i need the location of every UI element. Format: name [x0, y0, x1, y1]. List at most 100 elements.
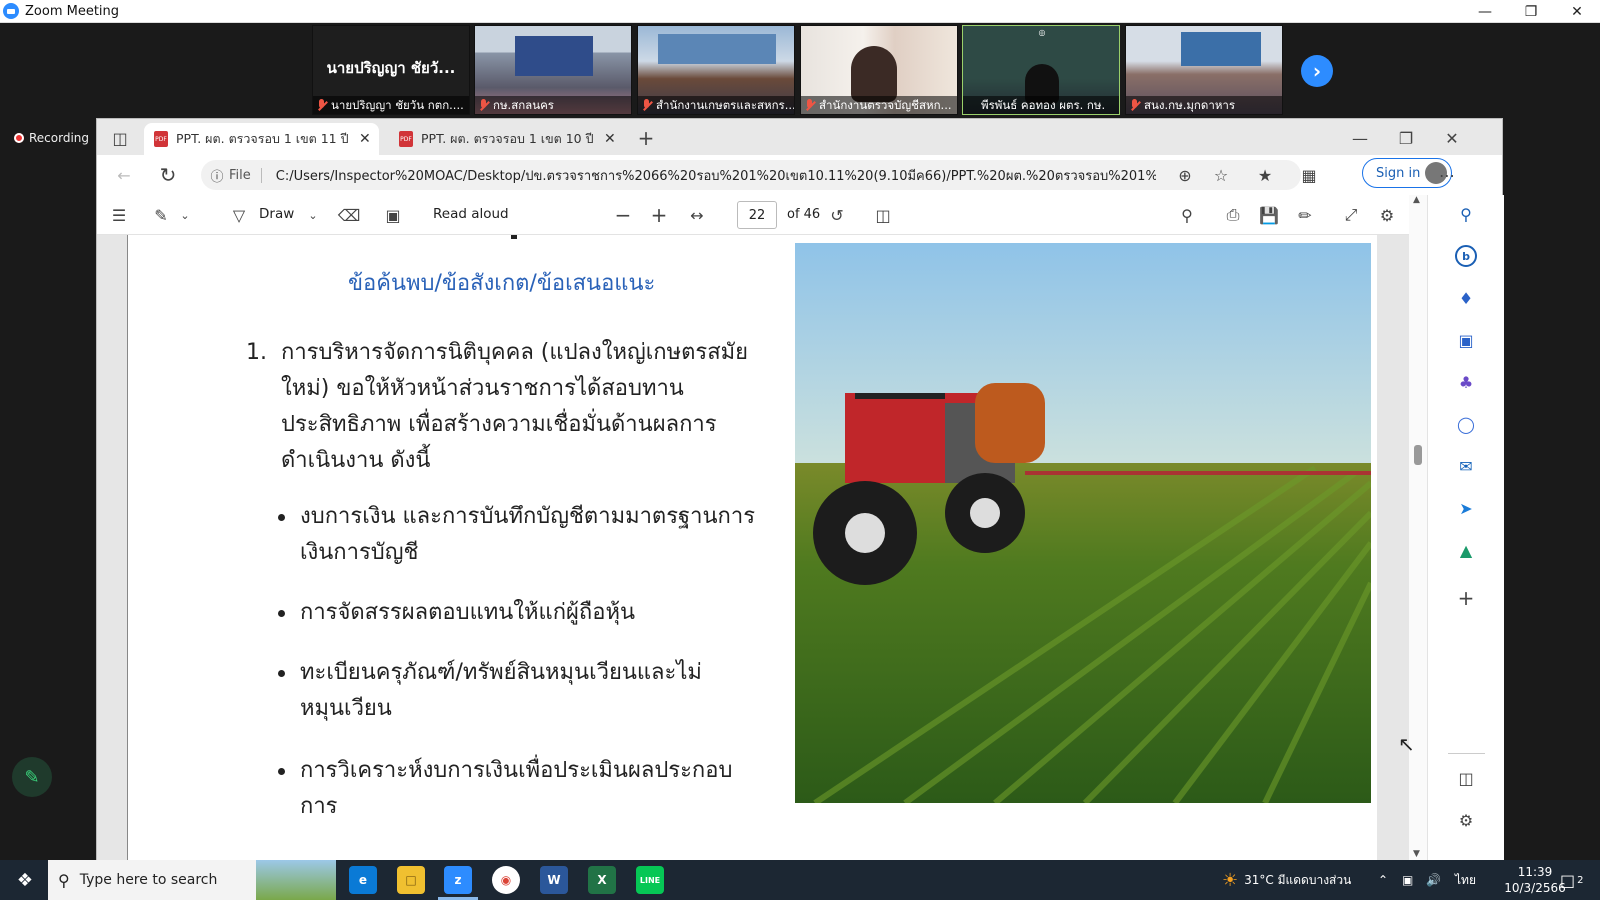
add-sidebar-icon[interactable]: + — [1455, 586, 1477, 610]
search-placeholder: Type here to search — [79, 872, 218, 888]
read-aloud-button[interactable]: Read aloud — [433, 206, 509, 222]
tree-icon[interactable]: ▲ — [1455, 539, 1477, 561]
annotate-pencil-icon[interactable]: ✎ — [12, 757, 52, 797]
collections-icon[interactable]: ▦ — [1297, 163, 1321, 187]
bullet-text: งบการเงิน และการบันทึกบัญชีตามมาตรฐานการ… — [300, 504, 756, 565]
page-number-input[interactable]: 22 — [737, 201, 777, 229]
eraser-icon[interactable]: ⌫ — [337, 203, 361, 227]
text-icon[interactable]: ▣ — [381, 203, 405, 227]
tab-actions-icon[interactable]: ◫ — [107, 125, 133, 151]
print-icon[interactable]: ⎙ — [1221, 203, 1245, 227]
date: 10/3/2566 — [1504, 881, 1566, 895]
participant-tile[interactable]: สำนักงานตรวจบัญชีสหก... — [800, 25, 958, 115]
file-explorer-icon[interactable]: □ — [397, 866, 425, 894]
window-restore-icon[interactable]: ❐ — [1393, 125, 1419, 151]
minimize-icon[interactable]: — — [1462, 0, 1508, 23]
tab-pdf-1[interactable]: PDF PPT. ผต. ตรวจรอบ 1 เขต 11 ปี 66 (1 ✕ — [144, 123, 379, 155]
url-field[interactable]: ⓘ File C:/Users/Inspector%20MOAC/Desktop… — [201, 160, 1301, 190]
pdf-page: ข้อค้นพบ/ข้อสังเกต/ข้อเสนอแนะ 1. การบริห… — [127, 235, 1377, 861]
excel-icon[interactable]: X — [588, 866, 616, 894]
close-icon[interactable]: ✕ — [1554, 0, 1600, 23]
notification-center[interactable]: □ 2 — [1560, 860, 1584, 900]
games-icon[interactable]: ♣ — [1455, 371, 1477, 393]
taskbar-search-box[interactable]: ⚲ Type here to search — [48, 860, 336, 900]
outlook-icon[interactable]: ✉ — [1455, 455, 1477, 477]
meet-now-icon[interactable]: ▣ — [1402, 860, 1413, 900]
zoom-out-icon[interactable]: − — [611, 203, 635, 227]
page-view-icon[interactable]: ◫ — [871, 203, 895, 227]
pdf-viewer[interactable]: ข้อค้นพบ/ข้อสังเกต/ข้อเสนอแนะ 1. การบริห… — [97, 235, 1427, 861]
window-close-icon[interactable]: ✕ — [1439, 125, 1465, 151]
scroll-down-icon[interactable]: ▼ — [1413, 849, 1420, 859]
restore-icon[interactable]: ❐ — [1508, 0, 1554, 23]
bing-icon[interactable]: b — [1455, 245, 1477, 267]
more-icon[interactable]: ⋯ — [1435, 163, 1459, 187]
show-hidden-icons[interactable]: ⌃ — [1378, 860, 1388, 900]
vertical-scrollbar[interactable]: ▲ ▼ — [1409, 195, 1427, 861]
tab-close-icon[interactable]: ✕ — [359, 131, 371, 147]
window-minimize-icon[interactable]: — — [1347, 125, 1373, 151]
search-icon[interactable]: ⚲ — [1175, 203, 1199, 227]
participant-name: สนง.กษ.มุกดาหาร — [1126, 96, 1282, 114]
chevron-down-icon[interactable]: ⌄ — [305, 203, 321, 227]
fullscreen-icon[interactable]: ⤢ — [1339, 203, 1363, 227]
participant-name: กษ.สกลนคร — [475, 96, 631, 114]
tab-label: PPT. ผต. ตรวจรอบ 1 เขต 10 ปี 66 (9 — [421, 131, 596, 146]
contents-icon[interactable]: ☰ — [107, 203, 131, 227]
next-page-arrow-icon[interactable]: › — [1301, 55, 1333, 87]
projection-screen — [515, 36, 593, 76]
url-text: C:/Users/Inspector%20MOAC/Desktop/ปข.ตรว… — [275, 168, 1156, 184]
tab-pdf-2[interactable]: PDF PPT. ผต. ตรวจรอบ 1 เขต 10 ปี 66 (9 ✕ — [389, 123, 624, 155]
search-highlight-image — [256, 860, 336, 900]
save-as-icon[interactable]: ✏ — [1293, 203, 1317, 227]
projection-screen — [1181, 32, 1261, 66]
participant-name: สำนักงานตรวจบัญชีสหก... — [801, 96, 957, 114]
sidebar-settings-icon[interactable]: ⚙ — [1455, 809, 1477, 831]
participant-tile[interactable]: กษ.สกลนคร — [474, 25, 632, 115]
send-icon[interactable]: ➤ — [1455, 497, 1477, 519]
sidebar-search-icon[interactable]: ⚲ — [1455, 203, 1477, 225]
bullet-text: การวิเคราะห์งบการเงินเพื่อประเมินผลประกอ… — [300, 758, 733, 819]
tools-icon[interactable]: ▣ — [1455, 329, 1477, 351]
participant-tile[interactable]: สนง.กษ.มุกดาหาร — [1125, 25, 1283, 115]
settings-icon[interactable]: ⚙ — [1375, 203, 1399, 227]
zoom-taskbar-icon[interactable]: z — [444, 866, 472, 894]
participant-tile[interactable]: สำนักงานเกษตรและสหกร... — [637, 25, 795, 115]
zoom-out-icon[interactable]: ⊕ — [1175, 165, 1195, 185]
hide-sidebar-icon[interactable]: ◫ — [1455, 767, 1477, 789]
save-icon[interactable]: 💾 — [1257, 203, 1281, 227]
back-icon[interactable]: ← — [111, 162, 137, 188]
highlight-icon[interactable]: ✎ — [149, 203, 173, 227]
text-fragment — [511, 235, 517, 239]
chrome-icon[interactable]: ◉ — [492, 866, 520, 894]
participant-tile-presenter[interactable]: นายปริญญา ชัยวั... นายปริญญา ชัยวัน กตก.… — [312, 25, 470, 115]
add-favorite-icon[interactable]: ☆ — [1211, 165, 1231, 185]
favorites-icon[interactable]: ★ — [1253, 163, 1277, 187]
shopping-tag-icon[interactable]: ♦ — [1455, 287, 1477, 309]
participant-tile-active-speaker[interactable]: ◎ พีรพันธ์ คอทอง ผตร. กษ. — [962, 25, 1120, 115]
language-indicator[interactable]: ไทย — [1455, 860, 1476, 900]
scroll-up-icon[interactable]: ▲ — [1413, 195, 1420, 205]
draw-icon[interactable]: ▽ — [227, 203, 251, 227]
draw-button[interactable]: Draw — [259, 206, 294, 222]
weather-widget[interactable]: ☀ 31°C มีแดดบางส่วน — [1222, 860, 1351, 900]
start-icon[interactable]: ❖ — [14, 870, 36, 891]
slide-heading: ข้อค้นพบ/ข้อสังเกต/ข้อเสนอแนะ — [348, 271, 656, 296]
volume-icon[interactable]: 🔊 — [1426, 860, 1441, 900]
edge-taskbar-icon[interactable]: e — [349, 866, 377, 894]
info-icon[interactable]: ⓘ — [209, 167, 225, 185]
tab-close-icon[interactable]: ✕ — [604, 131, 616, 147]
pdf-icon: PDF — [399, 131, 413, 147]
new-tab-icon[interactable]: + — [633, 125, 659, 151]
rotate-icon[interactable]: ↺ — [825, 203, 849, 227]
word-icon[interactable]: W — [540, 866, 568, 894]
microsoft365-icon[interactable]: ◯ — [1455, 413, 1477, 435]
chevron-down-icon[interactable]: ⌄ — [177, 203, 193, 227]
zoom-in-icon[interactable]: + — [647, 203, 671, 227]
record-dot-icon — [14, 133, 24, 143]
line-icon[interactable]: LINE — [636, 866, 664, 894]
refresh-icon[interactable]: ↻ — [155, 162, 181, 188]
scrollbar-thumb[interactable] — [1414, 445, 1422, 465]
fit-page-icon[interactable]: ↔ — [685, 203, 709, 227]
numbered-item: 1. การบริหารจัดการนิติบุคคล (แปลงใหญ่เกษ… — [246, 335, 776, 479]
